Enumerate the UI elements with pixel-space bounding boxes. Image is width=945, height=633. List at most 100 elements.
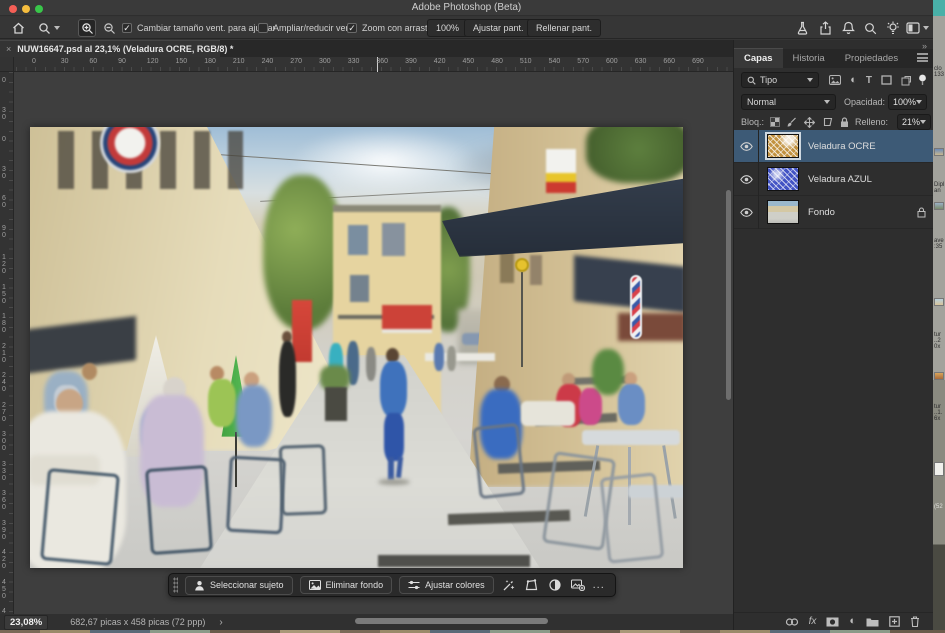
ruler-label: 360	[2, 490, 9, 511]
filter-pixel-layers-icon[interactable]	[829, 75, 841, 85]
blend-mode-value: Normal	[747, 97, 820, 107]
layers-panel: » Capas Historia Propiedades Tipo ◐ T	[733, 40, 933, 633]
desktop-text-fragment: Dipl an	[934, 182, 944, 194]
ruler-label: 0	[2, 77, 9, 84]
photoshop-window: Adobe Photoshop (Beta) ✓ Cambiar tamaño …	[0, 0, 945, 633]
ruler-label: 30	[2, 166, 9, 180]
search-tool-dropdown[interactable]	[38, 17, 60, 39]
vertical-scrollbar[interactable]	[726, 190, 731, 400]
beta-feedback-button[interactable]	[796, 17, 809, 39]
generate-image-icon[interactable]	[570, 577, 586, 593]
zoom-level-field[interactable]: 23,08%	[4, 615, 48, 630]
button-label: Ajustar colores	[425, 580, 485, 590]
ruler-label: 570	[577, 58, 589, 65]
delete-layer-trash-icon[interactable]	[910, 616, 920, 627]
layer-thumbnail[interactable]	[767, 134, 799, 158]
ruler-label: 180	[2, 313, 9, 334]
status-bar: 23,08% 682,67 picas x 458 picas (72 ppp)…	[0, 614, 733, 630]
magic-wand-icon[interactable]	[501, 577, 517, 593]
tab-propiedades[interactable]: Propiedades	[835, 49, 908, 68]
tab-historia[interactable]: Historia	[783, 49, 835, 68]
add-mask-icon[interactable]	[826, 617, 839, 627]
visibility-eye-icon[interactable]	[734, 130, 759, 163]
desktop-text-fragment: tur ..1. 6x	[934, 404, 942, 422]
workspace-switcher[interactable]	[906, 17, 929, 39]
layer-filter-dropdown[interactable]: Tipo	[741, 72, 819, 88]
layer-style-fx-icon[interactable]: fx	[809, 616, 817, 627]
zoom-out-tool[interactable]	[100, 19, 118, 37]
opacity-field[interactable]: 100%	[888, 94, 927, 110]
vertical-ruler[interactable]: 0300306090120150180210240270300330360390…	[0, 72, 14, 614]
close-tab-icon[interactable]: ×	[6, 44, 11, 54]
filter-type-layers-icon[interactable]: T	[866, 75, 872, 86]
home-button[interactable]	[12, 17, 25, 39]
ruler-label: 540	[549, 58, 561, 65]
lock-position-move-icon[interactable]	[804, 117, 815, 128]
zoom-100-button[interactable]: 100%	[427, 19, 468, 37]
app-title: Adobe Photoshop (Beta)	[0, 2, 933, 13]
filter-smart-objects-icon[interactable]	[901, 75, 912, 86]
lock-all-icon[interactable]	[840, 117, 849, 128]
drag-handle[interactable]	[173, 577, 178, 593]
link-layers-icon[interactable]	[785, 618, 799, 626]
canvas-area: 0306090120150180210240270300330360390420…	[0, 57, 733, 614]
fill-field[interactable]: 21%	[897, 114, 931, 130]
fit-screen-button[interactable]: Ajustar pant.	[464, 19, 533, 37]
document-info: 682,67 picas x 458 picas (72 ppp)	[70, 617, 205, 627]
ruler-label: 240	[2, 372, 9, 393]
select-subject-button[interactable]: Seleccionar sujeto	[185, 576, 293, 595]
checkbox-zoom-windows[interactable]: Ampliar/reducir vent.	[258, 17, 356, 39]
filter-adjustment-layers-icon[interactable]: ◐	[850, 75, 857, 86]
layer-name[interactable]: Veladura OCRE	[808, 141, 934, 152]
document-tab[interactable]: × NUW16647.psd al 23,1% (Veladura OCRE, …	[0, 40, 220, 57]
ruler-label: 210	[2, 343, 9, 364]
ruler-label: 210	[233, 58, 245, 65]
new-layer-icon[interactable]	[889, 616, 900, 627]
new-group-folder-icon[interactable]	[866, 617, 879, 627]
lock-artboard-icon[interactable]	[822, 117, 833, 127]
adjustment-icon[interactable]	[547, 577, 563, 593]
checkbox-scrubby-zoom[interactable]: ✓ Zoom con arrastre	[347, 17, 436, 39]
discover-lightbulb-icon[interactable]	[886, 17, 900, 39]
transform-icon[interactable]	[524, 577, 540, 593]
lock-transparency-icon[interactable]	[770, 117, 780, 127]
visibility-eye-icon[interactable]	[734, 163, 759, 196]
layer-thumbnail[interactable]	[767, 200, 799, 224]
ruler-corner[interactable]	[0, 57, 14, 72]
layer-row-fondo[interactable]: Fondo	[734, 196, 934, 229]
options-bar: ✓ Cambiar tamaño vent. para ajustar Ampl…	[0, 17, 933, 39]
blend-mode-dropdown[interactable]: Normal	[741, 94, 836, 110]
filter-toggle-pin[interactable]	[918, 74, 927, 86]
fill-screen-button[interactable]: Rellenar pant.	[527, 19, 601, 37]
canvas-image[interactable]	[30, 127, 683, 568]
ruler-label: 90	[2, 225, 9, 239]
adjust-colors-button[interactable]: Ajustar colores	[399, 576, 494, 594]
share-button[interactable]	[819, 17, 832, 39]
more-options-button[interactable]: ...	[593, 579, 605, 591]
opacity-label: Opacidad:	[844, 97, 885, 107]
layer-name[interactable]: Fondo	[808, 207, 917, 218]
layer-row-veladura-azul[interactable]: Veladura AZUL	[734, 163, 934, 196]
desktop-edge-strip: clo 133 Dipl an ave :35 tur ..2 0x tur .…	[933, 0, 945, 633]
horizontal-scrollbar[interactable]	[355, 618, 548, 624]
remove-background-button[interactable]: Eliminar fondo	[300, 576, 393, 594]
ruler-label: 270	[2, 402, 9, 423]
tab-capas[interactable]: Capas	[734, 48, 783, 68]
horizontal-ruler[interactable]: 0306090120150180210240270300330360390420…	[14, 57, 733, 72]
checkbox-label: Ampliar/reducir vent.	[273, 23, 356, 33]
new-adjustment-layer-icon[interactable]: ◐	[849, 616, 856, 627]
notifications-bell-icon[interactable]	[842, 17, 855, 39]
ruler-label: 330	[2, 461, 9, 482]
visibility-eye-icon[interactable]	[734, 196, 759, 229]
lock-pixels-brush-icon[interactable]	[787, 117, 797, 128]
layer-name[interactable]: Veladura AZUL	[808, 174, 934, 185]
layer-thumbnail[interactable]	[767, 167, 799, 191]
filter-shape-layers-icon[interactable]	[881, 75, 892, 85]
ruler-label: 480	[491, 58, 503, 65]
layer-row-veladura-ocre[interactable]: Veladura OCRE	[734, 130, 934, 163]
zoom-in-tool[interactable]	[78, 19, 96, 37]
status-chevron-icon[interactable]: ›	[219, 617, 222, 628]
panel-menu-icon[interactable]	[917, 53, 928, 62]
search-icon[interactable]	[864, 17, 877, 39]
checkbox-resize-window[interactable]: ✓ Cambiar tamaño vent. para ajustar	[122, 17, 276, 39]
